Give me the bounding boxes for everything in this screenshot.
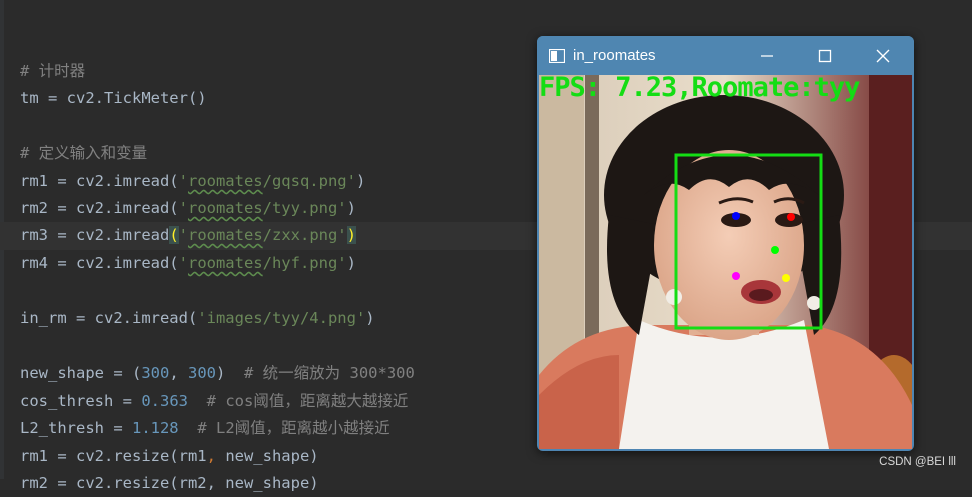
frame-image bbox=[539, 75, 912, 449]
maximize-button[interactable] bbox=[796, 36, 854, 75]
watermark: CSDN @BEI lll bbox=[879, 456, 956, 468]
code-line-2[interactable]: tm = cv2.TickMeter() bbox=[20, 85, 207, 112]
code-line-5[interactable]: rm2 = cv2.imread('roomates/tyy.png') bbox=[20, 195, 356, 222]
maximize-icon bbox=[818, 49, 832, 63]
code-line-7[interactable]: rm4 = cv2.imread('roomates/hyf.png') bbox=[20, 250, 356, 277]
code-line-10[interactable]: cos_thresh = 0.363 # cos阈值，距离越大越接近 bbox=[20, 388, 408, 415]
video-frame: FPS: 7.23,Roomate:tyy bbox=[539, 75, 912, 449]
window-titlebar[interactable]: in_roomates bbox=[537, 36, 914, 75]
code-line-8[interactable]: in_rm = cv2.imread('images/tyy/4.png') bbox=[20, 305, 375, 332]
image-window[interactable]: in_roomates FPS: 7.23,Roomate:tyy bbox=[537, 36, 914, 451]
code-line-4[interactable]: rm1 = cv2.imread('roomates/gqsq.png') bbox=[20, 168, 365, 195]
landmark-nose bbox=[771, 246, 779, 254]
close-button[interactable] bbox=[854, 36, 912, 75]
code-line-1[interactable]: # 计时器 bbox=[20, 58, 85, 85]
landmark-mouth-left bbox=[782, 274, 790, 282]
landmark-left-eye bbox=[787, 213, 795, 221]
window-title: in_roomates bbox=[573, 47, 656, 64]
app-window-icon bbox=[548, 48, 566, 64]
close-icon bbox=[876, 49, 890, 63]
landmark-right-eye bbox=[732, 212, 740, 220]
code-line-13[interactable]: rm2 = cv2.resize(rm2, new_shape) bbox=[20, 470, 319, 497]
landmark-mouth-right bbox=[732, 272, 740, 280]
code-line-11[interactable]: L2_thresh = 1.128 # L2阈值，距离越小越接近 bbox=[20, 415, 390, 442]
minimize-icon bbox=[761, 55, 773, 57]
minimize-button[interactable] bbox=[738, 36, 796, 75]
code-line-12[interactable]: rm1 = cv2.resize(rm1, new_shape) bbox=[20, 443, 319, 470]
code-line-6[interactable]: rm3 = cv2.imread('roomates/zxx.png') bbox=[20, 222, 356, 249]
fps-overlay-text: FPS: 7.23,Roomate:tyy bbox=[539, 75, 860, 103]
code-line-9[interactable]: new_shape = (300, 300) # 统一缩放为 300*300 bbox=[20, 360, 415, 387]
code-line-3[interactable]: # 定义输入和变量 bbox=[20, 140, 147, 167]
